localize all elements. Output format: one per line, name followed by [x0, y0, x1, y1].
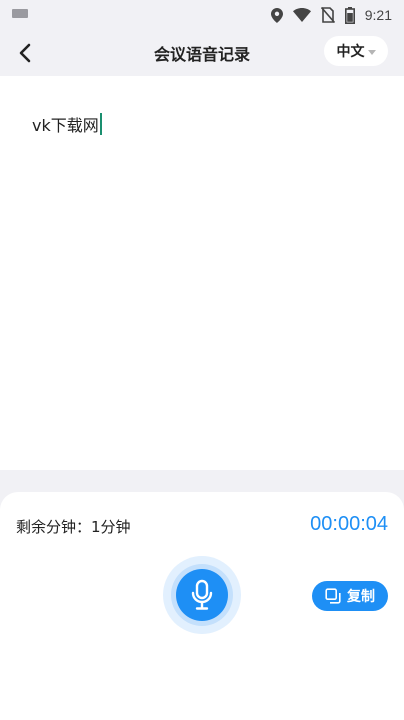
- record-button[interactable]: [163, 556, 241, 634]
- no-sim-icon: [320, 7, 335, 23]
- recording-panel: 剩余分钟：1分钟 00:00:04 复制: [0, 492, 404, 720]
- keyboard-icon: [12, 9, 28, 18]
- status-bar: 9:21: [0, 0, 404, 30]
- copy-label: 复制: [347, 589, 375, 605]
- header: 会议语音记录 中文: [0, 30, 404, 76]
- copy-button[interactable]: 复制: [312, 581, 388, 611]
- wifi-icon: [292, 8, 311, 22]
- recording-timer: 00:00:04: [310, 513, 388, 535]
- battery-icon: [344, 6, 355, 24]
- transcript-text: vk下载网: [32, 116, 99, 135]
- location-icon: [270, 7, 283, 23]
- language-label: 中文: [336, 44, 365, 60]
- transcript-area[interactable]: vk下载网: [0, 76, 404, 470]
- remaining-minutes: 剩余分钟：1分钟: [16, 518, 131, 536]
- caret-down-icon: [367, 49, 376, 55]
- copy-icon: [325, 588, 341, 604]
- language-select[interactable]: 中文: [324, 36, 388, 66]
- microphone-icon: [191, 579, 213, 610]
- text-cursor: [99, 113, 102, 135]
- status-time: 9:21: [364, 7, 392, 23]
